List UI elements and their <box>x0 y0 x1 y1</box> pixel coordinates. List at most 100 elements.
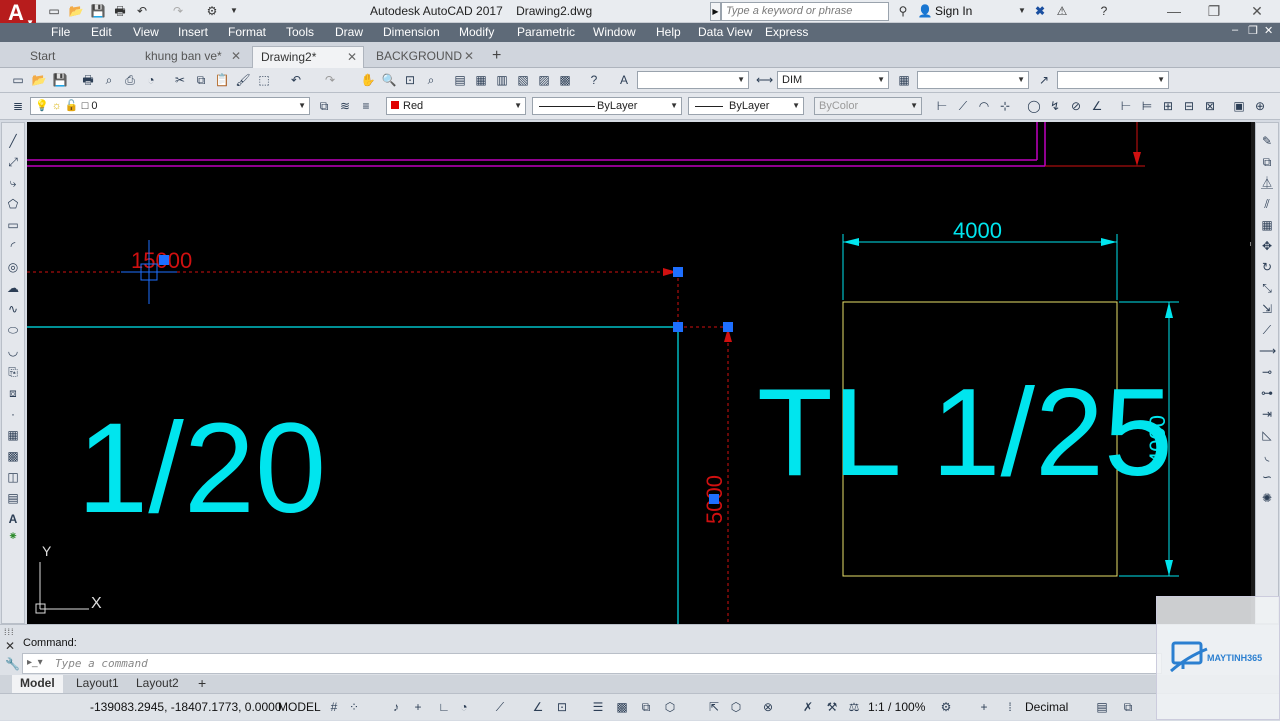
menu-express[interactable]: Express <box>765 25 808 39</box>
redo-icon[interactable]: ↷ <box>322 72 338 88</box>
file-tab-background[interactable]: BACKGROUND ✕ <box>368 46 480 68</box>
a360-icon[interactable]: ⚠ <box>1054 3 1070 19</box>
array-icon[interactable]: ▦ <box>1259 217 1275 233</box>
menu-format[interactable]: Format <box>228 25 266 39</box>
tab-layout1[interactable]: Layout1 <box>68 675 127 693</box>
menu-help[interactable]: Help <box>656 25 681 39</box>
quick-dimension-icon[interactable]: ⊢ <box>1118 98 1134 114</box>
add-selected-icon[interactable]: ⁕ <box>5 528 21 544</box>
menu-parametric[interactable]: Parametric <box>517 25 575 39</box>
table-style-dropdown[interactable]: ▼ <box>917 71 1029 89</box>
menu-data-view[interactable]: Data View <box>698 25 752 39</box>
zoom-window-icon[interactable]: ⊡ <box>402 72 418 88</box>
menu-edit[interactable]: Edit <box>91 25 112 39</box>
sign-in-button[interactable]: Sign In <box>935 4 972 18</box>
tool-palettes-icon[interactable]: ▥ <box>494 72 510 88</box>
paste-icon[interactable]: 📋 <box>214 72 230 88</box>
layer-on-icon[interactable]: 💡 <box>35 100 49 112</box>
units-dropdown[interactable]: Decimal <box>1025 700 1068 714</box>
rectangle-icon[interactable]: ▭ <box>5 217 21 233</box>
insert-block-icon[interactable]: ⎘ <box>5 364 21 380</box>
aligned-dimension-icon[interactable]: ⟋ <box>955 98 971 114</box>
workspace-switch-icon[interactable]: ⚙ <box>938 699 954 715</box>
3d-object-snap-icon[interactable]: ⬡ <box>662 699 678 715</box>
design-center-icon[interactable]: ▦ <box>473 72 489 88</box>
stretch-icon[interactable]: ⇲ <box>1259 301 1275 317</box>
lock-ui-icon[interactable]: ⧉ <box>1120 699 1136 715</box>
construction-line-icon[interactable]: ⤢ <box>5 154 21 170</box>
fillet-icon[interactable]: ◟ <box>1259 448 1275 464</box>
multileader-style-dropdown[interactable]: ▼ <box>1057 71 1169 89</box>
quick-properties-icon[interactable]: ▤ <box>1094 699 1110 715</box>
annotation-visibility-icon[interactable]: ✗ <box>800 699 816 715</box>
close-tab-icon[interactable]: ✕ <box>347 47 357 67</box>
file-tab-drawing2[interactable]: Drawing2* ✕ <box>252 46 364 68</box>
file-tab-start[interactable]: Start <box>22 46 132 68</box>
multiline-text-icon[interactable]: A <box>5 511 21 527</box>
plot-icon[interactable]: 🖶 <box>80 72 96 88</box>
line-icon[interactable]: ╱ <box>5 133 21 149</box>
angular-dimension-icon[interactable]: ∠ <box>1089 98 1105 114</box>
break-icon[interactable]: ⊶ <box>1259 385 1275 401</box>
model-space[interactable]: 15000 5000 1/20 4000 <box>27 122 1251 624</box>
revision-cloud-icon[interactable]: ☁ <box>5 280 21 296</box>
new-layout-icon[interactable]: + <box>190 675 214 693</box>
point-icon[interactable]: · <box>5 406 21 422</box>
menu-view[interactable]: View <box>133 25 159 39</box>
dim-style-dropdown[interactable]: DIM ▼ <box>777 71 889 89</box>
drawing-minimize-icon[interactable]: – <box>1232 24 1238 36</box>
make-current-layer-icon[interactable]: ⧉ <box>316 98 332 114</box>
dynamic-ucs-icon[interactable]: ⇱ <box>706 699 722 715</box>
menu-window[interactable]: Window <box>593 25 636 39</box>
drawing-canvas[interactable]: 15000 5000 1/20 4000 <box>27 122 1251 624</box>
drawing-close-icon[interactable]: ✕ <box>1264 24 1273 37</box>
diameter-dimension-icon[interactable]: ⊘ <box>1068 98 1084 114</box>
help-icon[interactable]: ? <box>1096 3 1112 19</box>
match-properties-icon[interactable]: 🖌 <box>235 72 251 88</box>
file-tab-khung-ban-ve[interactable]: khung ban ve* ✕ <box>137 46 247 68</box>
grip[interactable] <box>709 494 719 504</box>
ellipse-arc-icon[interactable]: ◡ <box>5 343 21 359</box>
open-icon[interactable]: 📂 <box>31 72 47 88</box>
text-style-dropdown[interactable]: ▼ <box>637 71 749 89</box>
layer-states-icon[interactable]: ≡ <box>358 98 374 114</box>
arc-icon[interactable]: ◜ <box>5 238 21 254</box>
layer-previous-icon[interactable]: ≋ <box>337 98 353 114</box>
restore-icon[interactable]: ❐ <box>1203 2 1225 20</box>
center-mark-icon[interactable]: ⊕ <box>1252 98 1268 114</box>
dimension-space-icon[interactable]: ⊟ <box>1181 98 1197 114</box>
menu-file[interactable]: File <box>51 25 70 39</box>
plot-preview-icon[interactable]: ⌕ <box>101 72 117 88</box>
save-icon[interactable]: 💾 <box>90 3 106 19</box>
qnew-icon[interactable]: ▭ <box>10 72 26 88</box>
scale-icon[interactable]: ⤡ <box>1259 280 1275 296</box>
region-icon[interactable]: ◫ <box>5 469 21 485</box>
drawing-text-1-20[interactable]: 1/20 <box>77 397 326 540</box>
radius-dimension-icon[interactable]: ◯ <box>1026 98 1042 114</box>
command-input[interactable]: ▸_▾ Type a command <box>22 653 1162 674</box>
snap-icon[interactable]: ⁘ <box>346 699 362 715</box>
command-prompt-icon[interactable]: ▸_▾ <box>27 657 43 668</box>
explode-icon[interactable]: ✺ <box>1259 490 1275 506</box>
close-tab-icon[interactable]: ✕ <box>231 46 241 66</box>
copy-icon[interactable]: ⧉ <box>193 72 209 88</box>
menu-dimension[interactable]: Dimension <box>383 25 440 39</box>
new-file-icon[interactable]: ▭ <box>46 3 62 19</box>
menu-tools[interactable]: Tools <box>286 25 314 39</box>
dim-style-icon[interactable]: ⟷ <box>756 72 773 88</box>
baseline-dimension-icon[interactable]: ⊨ <box>1139 98 1155 114</box>
transparency-icon[interactable]: ▩ <box>614 699 630 715</box>
exchange-apps-icon[interactable]: ✖ <box>1032 3 1048 19</box>
drawing-restore-icon[interactable]: ❐ <box>1248 24 1258 37</box>
circle-icon[interactable]: ◎ <box>5 259 21 275</box>
grip[interactable] <box>723 322 733 332</box>
model-space-toggle[interactable]: MODEL <box>278 700 321 714</box>
help-search-input[interactable]: Type a keyword or phrase <box>721 2 889 21</box>
lineweight-dropdown[interactable]: ByLayer ▼ <box>688 97 804 115</box>
copy-object-icon[interactable]: ⧉ <box>1259 154 1275 170</box>
minimize-icon[interactable]: — <box>1163 2 1185 20</box>
close-icon[interactable]: ✕ <box>1246 2 1268 20</box>
erase-icon[interactable]: ✎ <box>1259 133 1275 149</box>
gizmo-icon[interactable]: ⊗ <box>760 699 776 715</box>
grip[interactable] <box>159 255 169 265</box>
